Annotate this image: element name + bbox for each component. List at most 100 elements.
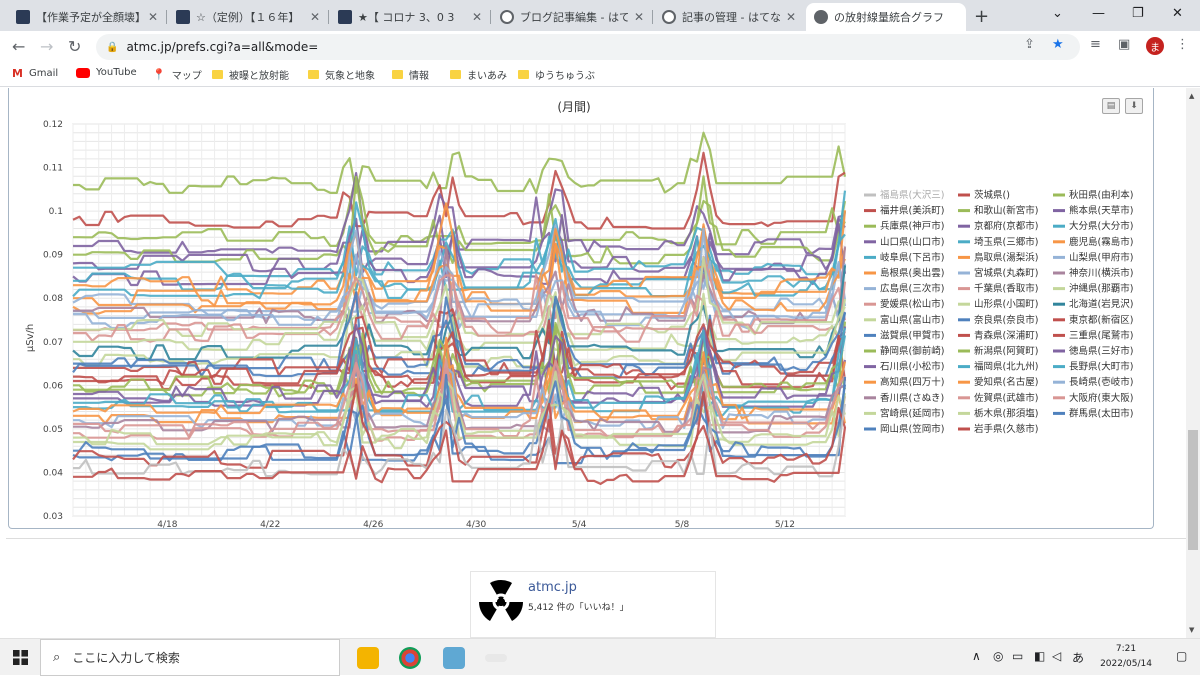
bookmark-maps[interactable]: 📍 マップ — [152, 67, 202, 82]
legend-label: 山口県(山口市) — [880, 236, 944, 248]
legend-label: 新潟県(阿賀町) — [974, 345, 1038, 357]
app-icon[interactable] — [485, 654, 507, 662]
divider — [6, 538, 1186, 539]
battery-icon[interactable]: ▭ — [1012, 649, 1023, 663]
hatena-icon — [662, 10, 676, 24]
browser-tab-4[interactable]: 記事の管理 - はてなブロ ✕ — [654, 3, 804, 31]
search-icon: ⌕ — [53, 650, 61, 665]
browser-tab-3[interactable]: ブログ記事編集 - はてな ✕ — [492, 3, 652, 31]
bookmark-folder-3[interactable]: 情報 — [392, 67, 429, 82]
page-scrollbar[interactable]: ▲ ▼ — [1186, 88, 1200, 638]
tab-title: 【作業予定が全顔壊】 — [36, 11, 142, 24]
legend-label: 岐阜県(下呂市) — [880, 251, 944, 263]
windows-taskbar: ⌕ ここに入力して検索 ∧ ◎ ▭ ◧ ◁ あ 7:21 2022/05/14 … — [0, 638, 1200, 676]
page-content: (月間) ▤ ⬇ 0.12 0.11 0.1 0.09 0.08 0.07 0.06 0.05… — [0, 88, 1186, 638]
tab-title: の放射線量統合グラフ — [834, 11, 944, 24]
close-icon[interactable]: ✕ — [310, 10, 320, 24]
x-tick-label: 4/30 — [466, 520, 486, 529]
ime-indicator[interactable]: あ — [1072, 649, 1084, 666]
globe-icon — [814, 10, 828, 24]
browser-tab-1[interactable]: ☆（定例）【１６年】 ✕ — [168, 3, 328, 31]
y-tick-label: 0.04 — [43, 468, 63, 478]
bookmark-label: 被曝と放射能 — [229, 71, 289, 82]
tab-search-icon[interactable]: ⌄ — [1052, 6, 1063, 21]
bookmark-label: Gmail — [28, 68, 59, 79]
scroll-thumb[interactable] — [1188, 430, 1198, 550]
legend-label: 長野県(大町市) — [1069, 361, 1133, 373]
legend-label: 高知県(四万十) — [880, 376, 944, 388]
bookmark-label: ゆうちゅうぶ — [535, 71, 595, 82]
scroll-up-icon[interactable]: ▲ — [1189, 92, 1194, 100]
bookmark-star-icon[interactable]: ★ — [1052, 37, 1064, 52]
minimize-button[interactable]: — — [1092, 6, 1105, 21]
legend-label: 北海道(岩見沢) — [1069, 298, 1133, 310]
chart-legend: 福島県(大沢三) 茨城県() 秋田県(由利本) 福井県(美浜町) 和歌山(新宮市) 熊本県… — [864, 189, 1133, 435]
search-placeholder: ここに入力して検索 — [72, 651, 180, 665]
legend-label: 宮城県(丸森町) — [974, 267, 1038, 279]
legend-label: 島根県(奥出雲) — [880, 267, 944, 279]
gmail-icon: M — [12, 67, 23, 80]
taskbar-search[interactable]: ⌕ ここに入力して検索 — [40, 639, 340, 676]
scroll-down-icon[interactable]: ▼ — [1189, 626, 1194, 634]
side-panel-icon[interactable]: ▣ — [1118, 37, 1130, 52]
widget-site-name[interactable]: atmc.jp — [528, 580, 577, 595]
bookmark-gmail[interactable]: M Gmail — [12, 67, 58, 80]
tab-title: ★【 コロナ 3、0 3 — [358, 11, 455, 24]
widget-likes-count: 5,412 件の「いいね！」 — [528, 603, 629, 613]
tray-app-icon[interactable]: ◎ — [993, 649, 1003, 663]
back-arrow-icon[interactable]: ← — [12, 37, 25, 56]
forward-arrow-icon[interactable]: → — [40, 37, 53, 56]
close-window-button[interactable]: ✕ — [1172, 6, 1183, 21]
chrome-icon[interactable] — [399, 647, 421, 669]
reload-icon[interactable]: ↻ — [68, 37, 81, 56]
close-icon[interactable]: ✕ — [472, 10, 482, 24]
file-explorer-icon[interactable] — [357, 647, 379, 669]
bookmark-folder-1[interactable]: 被曝と放射能 — [212, 67, 289, 82]
bookmark-folder-4[interactable]: まいあみ — [450, 67, 507, 82]
tray-chevron-icon[interactable]: ∧ — [972, 649, 981, 663]
reading-list-icon[interactable]: ≡ — [1090, 37, 1101, 52]
legend-label: 大分県(大分市) — [1069, 220, 1133, 232]
clock-date: 2022/05/14 — [1100, 659, 1152, 669]
url-text: atmc.jp/prefs.cgi?a=all&mode= — [126, 40, 319, 54]
dark-square-icon — [176, 10, 190, 24]
folder-icon — [308, 70, 319, 79]
folder-icon — [518, 70, 529, 79]
close-icon[interactable]: ✕ — [148, 10, 158, 24]
system-clock[interactable]: 7:21 2022/05/14 — [1096, 642, 1156, 672]
legend-label: 香川県(さぬき) — [880, 393, 944, 404]
chart-frame: (月間) ▤ ⬇ 0.12 0.11 0.1 0.09 0.08 0.07 0.06 0.05… — [8, 88, 1154, 529]
legend-label: 鳥取県(湯梨浜) — [974, 251, 1038, 263]
browser-tab-0[interactable]: 【作業予定が全顔壊】 ✕ — [8, 3, 166, 31]
close-icon[interactable]: ✕ — [634, 10, 644, 24]
legend-label: 岩手県(久慈市) — [974, 423, 1038, 435]
bookmark-folder-5[interactable]: ゆうちゅうぶ — [518, 67, 595, 82]
dark-square-icon — [338, 10, 352, 24]
menu-kebab-icon[interactable]: ⋮ — [1176, 37, 1189, 52]
bookmark-label: YouTube — [96, 67, 137, 78]
browser-tab-2[interactable]: ★【 コロナ 3、0 3 ✕ — [330, 3, 490, 31]
profile-avatar[interactable]: ま — [1146, 37, 1164, 55]
legend-label: 福井県(美浜町) — [880, 205, 944, 217]
share-icon[interactable]: ⇪ — [1024, 37, 1035, 52]
maximize-button[interactable]: ❐ — [1132, 6, 1144, 21]
legend-label: 静岡県(御前崎) — [880, 345, 944, 357]
x-tick-label: 4/18 — [157, 520, 177, 529]
legend-label: 茨城県() — [974, 189, 1010, 201]
x-axis-ticks: 4/18 4/22 4/26 4/30 5/4 5/8 5/12 — [157, 520, 795, 529]
notepad-icon[interactable] — [443, 647, 465, 669]
bookmark-folder-2[interactable]: 気象と地象 — [308, 67, 375, 82]
windows-start-icon[interactable] — [13, 650, 28, 665]
new-tab-button[interactable]: + — [974, 6, 989, 27]
bookmark-youtube[interactable]: YouTube — [76, 67, 137, 78]
legend-label: 兵庫県(神戸市) — [880, 220, 944, 232]
browser-tab-5-active[interactable]: の放射線量統合グラフ — [806, 3, 966, 31]
volume-icon[interactable]: ◁ — [1052, 649, 1061, 663]
facebook-like-widget[interactable]: atmc.jp 5,412 件の「いいね！」 — [470, 571, 716, 638]
network-icon[interactable]: ◧ — [1034, 649, 1045, 663]
tab-title: 記事の管理 - はてなブロ — [682, 11, 780, 24]
address-bar[interactable]: 🔒 atmc.jp/prefs.cgi?a=all&mode= — [96, 34, 1080, 60]
notification-icon[interactable]: ▢ — [1176, 649, 1187, 663]
x-tick-label: 5/4 — [572, 520, 587, 529]
close-icon[interactable]: ✕ — [786, 10, 796, 24]
